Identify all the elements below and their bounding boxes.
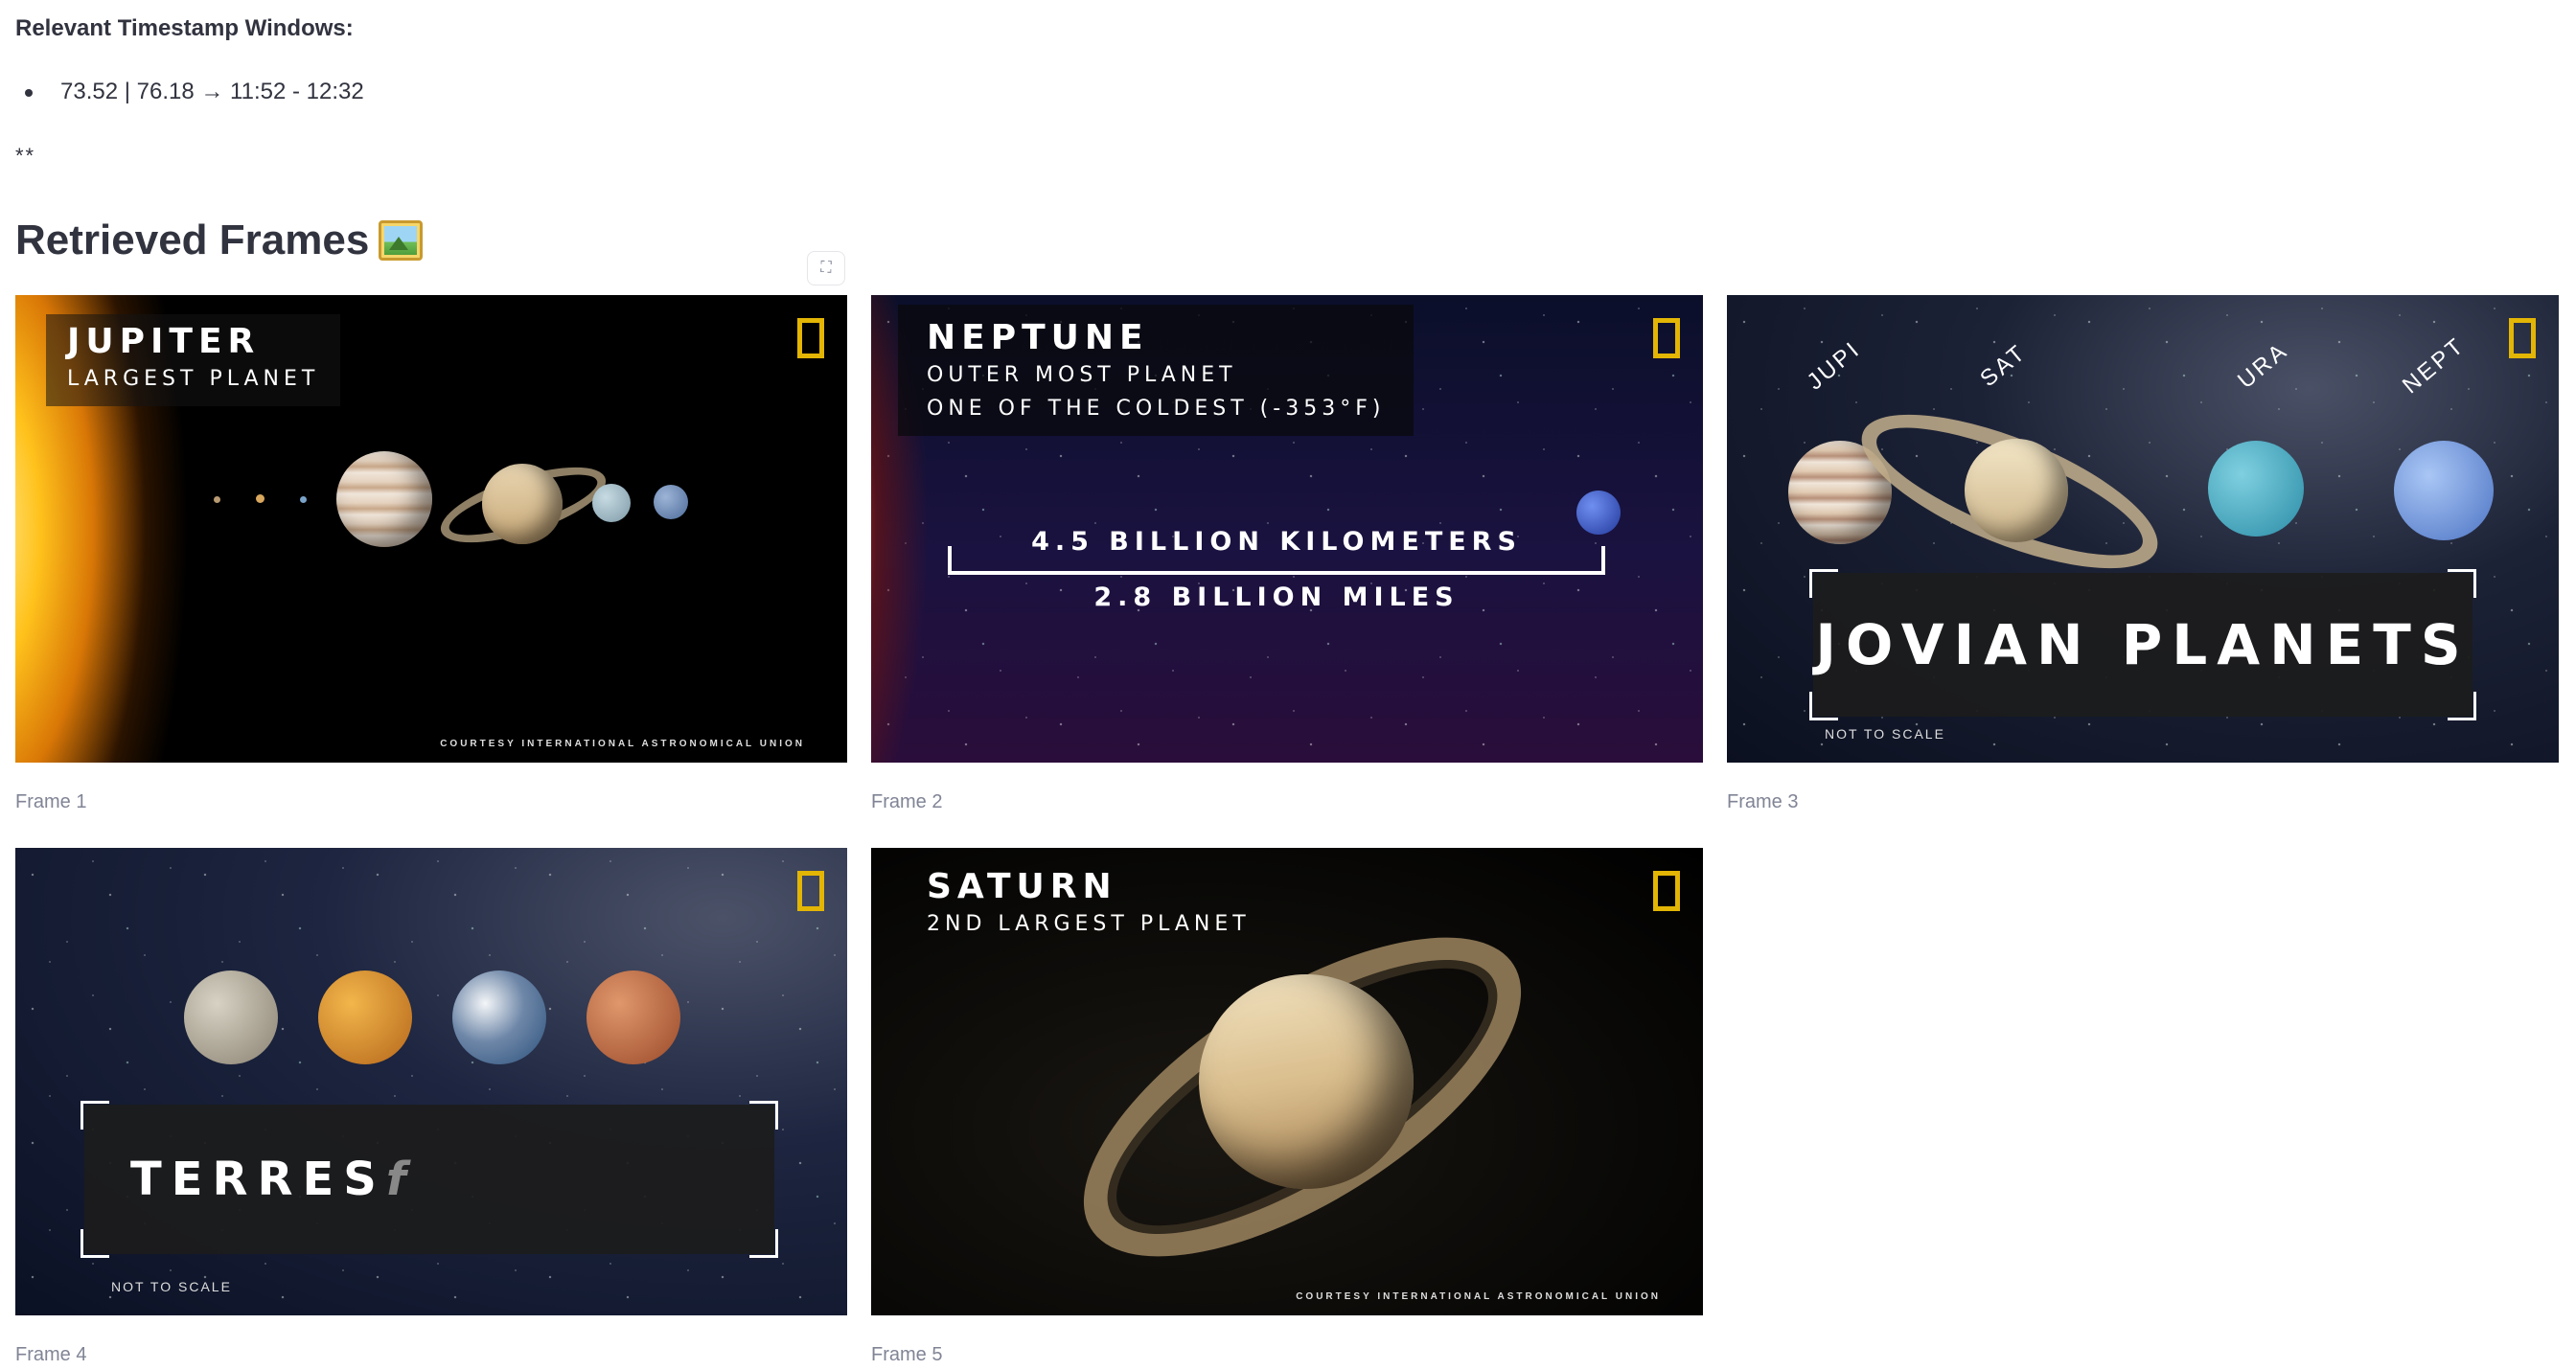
- not-to-scale-note: NOT TO SCALE: [111, 1279, 232, 1294]
- frame-caption: Frame 3: [1727, 791, 1799, 812]
- frame-subtitle-2: ONE OF THE COLDEST (-353°F): [927, 397, 1386, 421]
- frame-title: SATURN: [927, 867, 1117, 906]
- nat-geo-logo-icon: [1653, 871, 1680, 911]
- banner-corner: [80, 1101, 109, 1130]
- distance-mi: 2.8 BILLION MILES: [1093, 582, 1460, 612]
- banner-corner: [749, 1101, 778, 1130]
- saturn-planet: [1965, 439, 2068, 542]
- banner-corner: [2448, 569, 2476, 598]
- saturn-planet: [1199, 974, 1414, 1189]
- uranus-planet: [592, 484, 631, 522]
- frame-caption: Frame 4: [15, 1344, 87, 1365]
- banner-corner: [1809, 692, 1838, 720]
- frame-image-3[interactable]: JUPI SAT URA NEPT JOVIAN PLANETS NOT TO …: [1727, 295, 2559, 763]
- banner-corner: [1809, 569, 1838, 598]
- neptune-planet: [2394, 441, 2494, 540]
- frame-subtitle: 2ND LARGEST PLANET: [927, 912, 1251, 936]
- earth-planet: [300, 496, 307, 503]
- mars-planet: [586, 970, 680, 1064]
- mercury-planet: [214, 496, 220, 503]
- frame-card-3: JUPI SAT URA NEPT JOVIAN PLANETS NOT TO …: [1727, 295, 2559, 813]
- frame-title: JUPITER: [67, 322, 261, 361]
- uranus-planet: [2208, 441, 2304, 537]
- neptune-planet: [654, 485, 688, 519]
- fullscreen-button[interactable]: ⛶: [807, 251, 845, 285]
- banner-corner: [2448, 692, 2476, 720]
- frame-caption: Frame 1: [15, 791, 87, 812]
- banner-corner: [749, 1229, 778, 1258]
- timestamp-item: 73.52 | 76.18 → 11:52 - 12:32: [15, 79, 364, 105]
- timestamp-list: 73.52 | 76.18 → 11:52 - 12:32: [15, 79, 364, 105]
- nat-geo-logo-icon: [797, 871, 824, 911]
- markdown-artifact: **: [15, 144, 36, 168]
- venus-planet: [318, 970, 412, 1064]
- nat-geo-logo-icon: [1653, 318, 1680, 358]
- nat-geo-logo-icon: [797, 318, 824, 358]
- frame-caption: Frame 5: [871, 1344, 943, 1365]
- frame-image-1[interactable]: JUPITER LARGEST PLANET COURTESY INTERNAT…: [15, 295, 847, 763]
- banner-text: TERRES: [130, 1153, 386, 1206]
- frame-title: NEPTUNE: [927, 318, 1149, 357]
- category-banner: JOVIAN PLANETS: [1813, 573, 2472, 717]
- jupiter-planet: [336, 451, 432, 547]
- saturn-planet: [482, 464, 563, 544]
- timestamp-windows-heading: Relevant Timestamp Windows:: [15, 15, 354, 41]
- frame-image-2[interactable]: NEPTUNE OUTER MOST PLANET ONE OF THE COL…: [871, 295, 1703, 763]
- earth-planet: [452, 970, 546, 1064]
- frame-image-5[interactable]: SATURN 2ND LARGEST PLANET COURTESY INTER…: [871, 848, 1703, 1315]
- frame-subtitle: LARGEST PLANET: [67, 367, 320, 391]
- page: Relevant Timestamp Windows: 73.52 | 76.1…: [0, 0, 2576, 1370]
- frame-card-5: SATURN 2ND LARGEST PLANET COURTESY INTER…: [871, 848, 1703, 1366]
- frame-image-4[interactable]: TERRES f NOT TO SCALE: [15, 848, 847, 1315]
- not-to-scale-note: NOT TO SCALE: [1825, 726, 1945, 742]
- fullscreen-icon: ⛶: [820, 260, 832, 276]
- frame-card-4: TERRES f NOT TO SCALE Frame 4: [15, 848, 847, 1366]
- frame-card-2: NEPTUNE OUTER MOST PLANET ONE OF THE COL…: [871, 295, 1703, 813]
- frame-title-box: SATURN 2ND LARGEST PLANET: [927, 867, 1251, 936]
- frame-title-box: JUPITER LARGEST PLANET: [46, 314, 341, 406]
- nat-geo-logo-icon: [2509, 318, 2536, 358]
- frame-card-1: JUPITER LARGEST PLANET COURTESY INTERNAT…: [15, 295, 847, 813]
- banner-text-fade: f: [385, 1153, 416, 1206]
- frame-title-box: NEPTUNE OUTER MOST PLANET ONE OF THE COL…: [898, 305, 1414, 436]
- mercury-planet: [184, 970, 278, 1064]
- courtesy-text: COURTESY INTERNATIONAL ASTRONOMICAL UNIO…: [1296, 1291, 1661, 1302]
- distance-km: 4.5 BILLION KILOMETERS: [1031, 527, 1522, 557]
- section-title-text: Retrieved Frames: [15, 217, 370, 263]
- courtesy-text: COURTESY INTERNATIONAL ASTRONOMICAL UNIO…: [440, 739, 805, 749]
- category-banner: TERRES f: [84, 1105, 774, 1254]
- venus-planet: [256, 494, 264, 503]
- frame-subtitle: OUTER MOST PLANET: [927, 363, 1237, 387]
- framed-picture-icon: [379, 220, 424, 261]
- banner-corner: [80, 1229, 109, 1258]
- frame-caption: Frame 2: [871, 791, 943, 812]
- retrieved-frames-heading: Retrieved Frames: [15, 217, 424, 264]
